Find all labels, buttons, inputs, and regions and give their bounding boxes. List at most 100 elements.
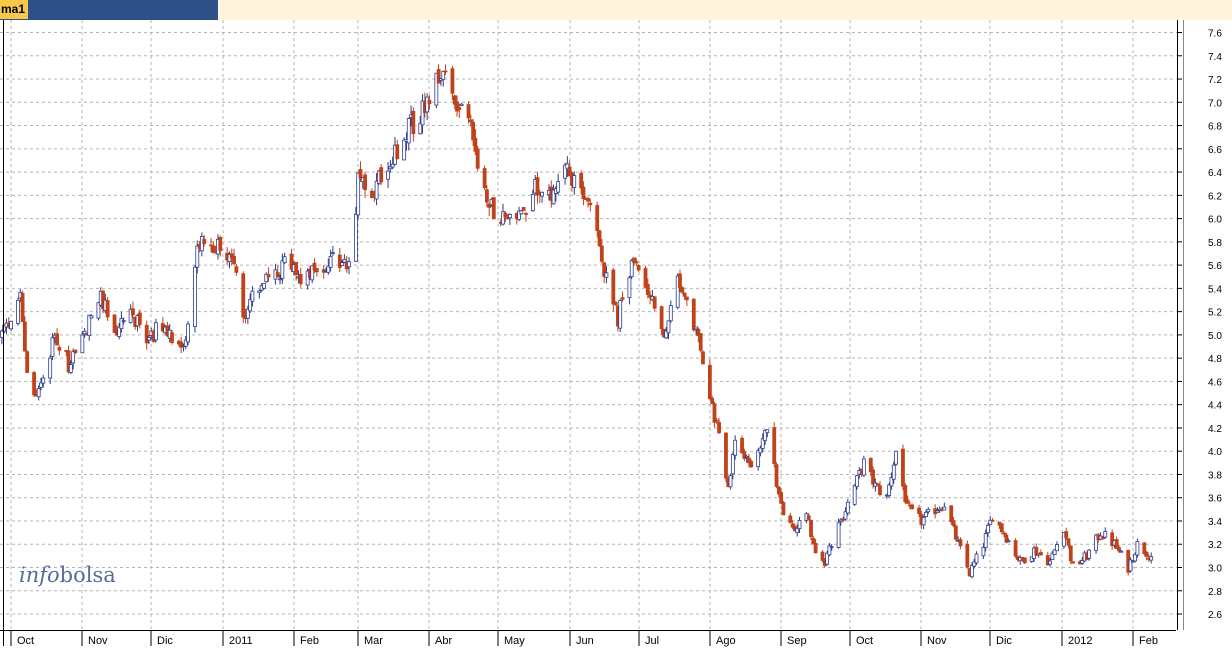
candle-body — [195, 245, 200, 268]
candle-body — [829, 546, 834, 549]
candle — [602, 261, 607, 284]
candle-body — [170, 332, 174, 343]
candle — [459, 102, 464, 107]
candle-body — [22, 321, 27, 352]
y-tick-label: 4.6 — [1208, 377, 1222, 388]
candle-body — [1022, 557, 1027, 564]
candle-body — [820, 551, 825, 561]
candle-body — [581, 186, 586, 200]
candle-body — [1013, 540, 1018, 557]
candle — [441, 70, 446, 87]
candle — [55, 328, 59, 346]
candle — [1128, 557, 1133, 573]
candle-body — [482, 168, 487, 189]
candle — [1110, 529, 1115, 551]
candle-body — [710, 397, 715, 404]
candle-body — [901, 448, 905, 487]
candle — [521, 207, 526, 211]
x-tick-label: Abr — [435, 635, 452, 647]
candle — [809, 519, 813, 540]
candle-body — [16, 299, 20, 324]
grid-lines — [0, 20, 1177, 630]
candle-body — [257, 290, 262, 293]
candle — [894, 450, 898, 466]
candle-body — [627, 277, 632, 299]
candle-body — [328, 255, 333, 268]
candle-body — [965, 543, 970, 568]
candle-body — [266, 274, 271, 278]
candle-body — [717, 422, 721, 434]
y-tick-label: 6.4 — [1208, 168, 1222, 179]
candle-body — [588, 202, 593, 206]
candle — [668, 300, 673, 324]
candle-body — [82, 330, 87, 335]
candle-body — [781, 502, 786, 516]
candle-body — [613, 301, 618, 306]
y-tick-label: 4.4 — [1208, 401, 1222, 412]
candle-body — [89, 315, 94, 319]
candle-body — [137, 312, 142, 325]
candle-body — [852, 484, 857, 505]
y-tick-label: 6.6 — [1208, 145, 1222, 156]
candle-body — [186, 323, 190, 343]
candle-body — [990, 519, 995, 522]
candle — [186, 321, 190, 346]
candle — [32, 370, 36, 397]
candle-body — [154, 322, 158, 341]
candle-body — [193, 266, 197, 327]
candle — [535, 172, 540, 204]
candle-body — [374, 180, 379, 200]
y-tick-label: 2.6 — [1208, 610, 1222, 621]
candle — [330, 246, 335, 256]
candle-body — [443, 70, 448, 73]
candle — [827, 542, 832, 557]
candle — [425, 93, 430, 121]
x-tick-label: 2011 — [229, 635, 253, 647]
candle-body — [682, 292, 687, 297]
y-tick-label: 2.8 — [1208, 587, 1222, 598]
candle-body — [740, 437, 744, 454]
candle-body — [278, 278, 282, 281]
candle — [144, 320, 149, 350]
candle-body — [505, 217, 510, 220]
candle — [901, 444, 905, 491]
y-tick-label: 7.2 — [1208, 75, 1222, 86]
y-tick-label: 7.4 — [1208, 52, 1222, 63]
candle — [20, 290, 25, 323]
candle-body — [232, 255, 236, 264]
x-tick-label: Oct — [856, 635, 873, 647]
candle-body — [55, 333, 59, 346]
candle-body — [986, 524, 990, 534]
candle-body — [924, 511, 928, 517]
candle-body — [519, 210, 524, 215]
candle — [347, 256, 351, 275]
candle — [386, 162, 390, 188]
candle-body — [395, 144, 400, 160]
candle-body — [903, 485, 908, 503]
candle-body — [20, 292, 25, 323]
y-tick-label: 6.8 — [1208, 122, 1222, 133]
candle-body — [466, 104, 471, 119]
candle — [57, 345, 62, 356]
y-tick-label: 5.4 — [1208, 284, 1222, 295]
candle-body — [218, 237, 223, 251]
candle-body — [507, 214, 512, 219]
candle — [406, 117, 411, 151]
candle-body — [949, 505, 954, 523]
candle — [1013, 537, 1018, 559]
candle-body — [652, 296, 657, 309]
candle — [698, 333, 703, 353]
candle-body — [878, 485, 882, 496]
candle-body — [457, 107, 462, 110]
candle — [395, 139, 400, 160]
candle — [999, 523, 1004, 535]
candle-body — [275, 272, 280, 278]
candle-body — [87, 314, 92, 336]
candle — [491, 196, 496, 220]
candle-body — [999, 523, 1004, 533]
y-tick-label: 4.0 — [1208, 447, 1222, 458]
candle — [16, 297, 20, 326]
watermark-info: info — [19, 563, 60, 587]
candle — [788, 512, 793, 524]
candle-body — [953, 525, 958, 540]
